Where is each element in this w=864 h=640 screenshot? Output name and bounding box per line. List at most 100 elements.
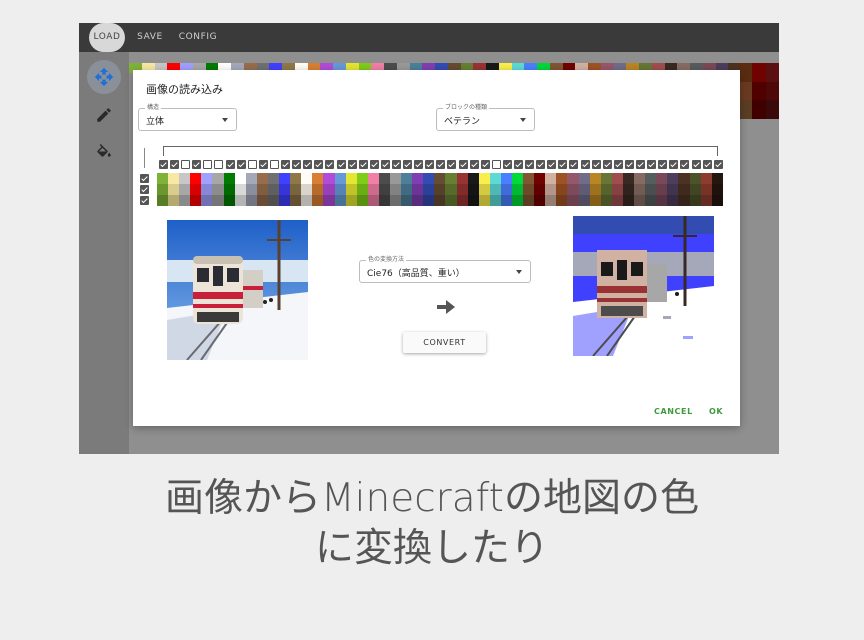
- palette-column: [678, 173, 690, 206]
- palette-column-checkbox[interactable]: [314, 160, 324, 169]
- palette-column-checkbox[interactable]: [391, 160, 401, 169]
- palette-swatch: [356, 173, 368, 184]
- palette-column-checkbox[interactable]: [192, 160, 202, 169]
- palette-column-checkbox[interactable]: [713, 160, 723, 169]
- palette-swatch: [279, 195, 291, 206]
- palette-swatch: [467, 195, 479, 206]
- load-button[interactable]: LOAD: [89, 23, 125, 52]
- shape-select[interactable]: 構造 立体: [138, 103, 237, 131]
- cancel-button[interactable]: CANCEL: [654, 407, 693, 416]
- palette-column-checkbox[interactable]: [547, 160, 557, 169]
- palette-column-checkbox[interactable]: [303, 160, 313, 169]
- palette-column-checkbox[interactable]: [558, 160, 568, 169]
- palette-column-checkbox[interactable]: [214, 160, 224, 169]
- palette-column-checkbox[interactable]: [325, 160, 335, 169]
- palette-column-checkbox[interactable]: [414, 160, 424, 169]
- palette-swatch: [267, 184, 280, 195]
- palette-column-checkbox[interactable]: [658, 160, 668, 169]
- palette-column-checkbox[interactable]: [514, 160, 523, 169]
- fill-tool-button[interactable]: [87, 136, 121, 170]
- palette-swatch: [523, 195, 535, 206]
- palette-column: [489, 173, 501, 206]
- palette-column-checkbox[interactable]: [281, 160, 291, 169]
- palette-swatch: [290, 195, 302, 206]
- palette-column-checkbox[interactable]: [525, 160, 535, 169]
- palette-column-checkbox[interactable]: [647, 160, 657, 169]
- palette-column-checkbox[interactable]: [380, 160, 390, 169]
- ok-button[interactable]: OK: [709, 407, 723, 416]
- palette-column-checkbox[interactable]: [203, 160, 213, 169]
- palette-column-checkbox[interactable]: [292, 160, 302, 169]
- config-button[interactable]: CONFIG: [177, 23, 219, 52]
- palette-column-checkbox[interactable]: [636, 160, 646, 169]
- palette-swatch: [689, 173, 701, 184]
- palette-column-checkbox[interactable]: [358, 160, 368, 169]
- palette-column-checkbox[interactable]: [269, 160, 279, 169]
- palette-column-checkbox[interactable]: [369, 160, 379, 169]
- palette-swatch: [578, 184, 590, 195]
- palette-swatch: [267, 173, 280, 184]
- palette-swatch: [500, 184, 512, 195]
- palette-column: [256, 173, 268, 206]
- palette-column: [345, 173, 357, 206]
- convert-button[interactable]: CONVERT: [403, 332, 486, 353]
- palette-swatch: [389, 184, 402, 195]
- palette-column-checkbox[interactable]: [624, 160, 634, 169]
- palette-column-checkbox[interactable]: [469, 160, 479, 169]
- background-swatch: [739, 63, 753, 82]
- palette-column-checkbox[interactable]: [602, 160, 612, 169]
- palette-column-checkbox[interactable]: [591, 160, 601, 169]
- palette-column: [456, 173, 468, 206]
- block-type-select-value: ベテラン: [444, 117, 481, 127]
- palette-column-checkbox[interactable]: [491, 160, 501, 169]
- palette-swatch: [434, 184, 446, 195]
- palette-column-checkbox[interactable]: [170, 160, 180, 169]
- conversion-method-select[interactable]: 色の変換方法 Cie76（高品質、重い）: [359, 255, 531, 283]
- background-swatch: [739, 81, 753, 101]
- palette-column-checkbox[interactable]: [536, 160, 546, 169]
- palette-column-checkbox[interactable]: [403, 160, 413, 169]
- palette-column-checkbox[interactable]: [480, 160, 490, 169]
- palette-swatch: [589, 195, 601, 206]
- palette-swatch: [600, 195, 612, 206]
- palette-column-checkbox[interactable]: [247, 160, 257, 169]
- palette-column-checkbox[interactable]: [502, 160, 512, 169]
- palette-column-checkbox[interactable]: [336, 160, 346, 169]
- palette-swatch: [301, 184, 313, 195]
- palette-swatch: [445, 195, 457, 206]
- block-type-select[interactable]: ブロックの種類 ベテラン: [436, 103, 535, 131]
- palette-column: [567, 173, 579, 206]
- palette-column-checkbox[interactable]: [181, 160, 191, 169]
- palette-column-checkbox[interactable]: [613, 160, 623, 169]
- palette-column-checkbox[interactable]: [458, 160, 468, 169]
- save-button[interactable]: SAVE: [134, 23, 166, 52]
- move-tool-button[interactable]: [87, 60, 121, 94]
- palette-swatch: [467, 184, 479, 195]
- palette-column-checkbox[interactable]: [347, 160, 357, 169]
- palette-swatch: [389, 195, 402, 206]
- palette-column-checkbox[interactable]: [258, 160, 268, 169]
- pencil-tool-button[interactable]: [87, 98, 121, 132]
- palette-column-checkbox[interactable]: [669, 160, 679, 169]
- palette-column-checkbox[interactable]: [580, 160, 590, 169]
- palette-column: [700, 173, 712, 206]
- palette-column-checkboxes: [159, 160, 723, 170]
- palette-swatch: [190, 184, 202, 195]
- palette-swatch: [489, 184, 501, 195]
- paint-bucket-icon: [97, 144, 111, 157]
- palette-column-checkbox[interactable]: [225, 160, 235, 169]
- palette-column-checkbox[interactable]: [159, 160, 168, 169]
- palette-row-checkbox[interactable]: [140, 185, 149, 194]
- palette-row-checkbox[interactable]: [140, 196, 149, 205]
- palette-column-checkbox[interactable]: [691, 160, 701, 169]
- palette-column-checkbox[interactable]: [680, 160, 690, 169]
- palette-row-checkbox[interactable]: [140, 174, 149, 183]
- palette-swatch: [323, 195, 335, 206]
- palette-column-checkbox[interactable]: [569, 160, 579, 169]
- palette-column-checkbox[interactable]: [236, 160, 246, 169]
- palette-column-checkbox[interactable]: [436, 160, 446, 169]
- palette-swatch: [556, 184, 568, 195]
- palette-column-checkbox[interactable]: [425, 160, 435, 169]
- palette-column-checkbox[interactable]: [702, 160, 712, 169]
- palette-column-checkbox[interactable]: [447, 160, 457, 169]
